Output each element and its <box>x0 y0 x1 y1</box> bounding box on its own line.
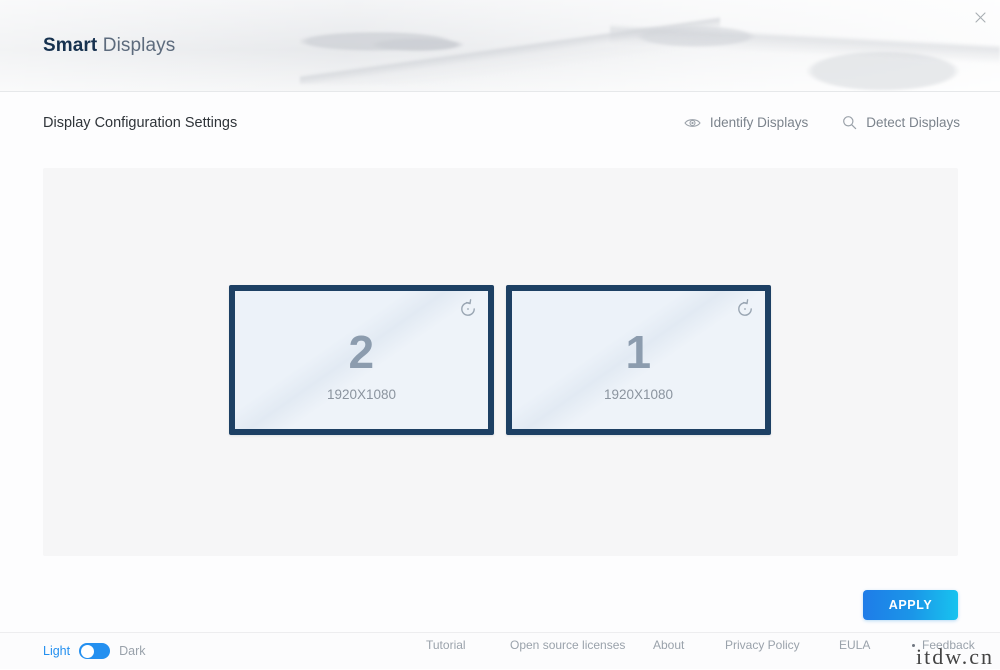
close-window-button[interactable] <box>966 4 994 30</box>
app-header: Smart Displays <box>0 0 1000 92</box>
apply-button[interactable]: APPLY <box>863 590 958 620</box>
display-tile-2[interactable]: 2 1920X1080 <box>229 285 494 435</box>
footer-link-open-source-licenses[interactable]: Open source licenses <box>510 638 625 652</box>
display-resolution: 1920X1080 <box>326 387 397 402</box>
footer-link-feedback[interactable]: Feedback <box>922 638 975 652</box>
rotate-ccw-icon[interactable] <box>734 298 756 320</box>
subheader-bar: Display Configuration Settings Identify … <box>0 91 1000 168</box>
footer-bar: Light Dark Tutorial Open source licenses… <box>0 632 1000 669</box>
page-title: Display Configuration Settings <box>43 115 238 131</box>
display-tiles: 2 1920X1080 1 1920X1080 <box>43 168 958 556</box>
display-resolution: 1920X1080 <box>603 387 674 402</box>
theme-toggle-group: Light Dark <box>43 643 146 659</box>
identify-displays-button[interactable]: Identify Displays <box>684 115 808 130</box>
search-icon <box>842 115 857 130</box>
footer-link-privacy-policy[interactable]: Privacy Policy <box>725 638 800 652</box>
brand-light-text: Displays <box>102 35 176 56</box>
brand-strong-text: Smart <box>43 35 98 56</box>
footer-link-about[interactable]: About <box>653 638 684 652</box>
bullet-icon <box>912 643 915 647</box>
eye-icon <box>684 117 701 129</box>
display-number: 1 <box>625 326 652 378</box>
rotate-ccw-icon[interactable] <box>457 298 479 320</box>
app-brand: Smart Displays <box>43 35 175 57</box>
detect-displays-button[interactable]: Detect Displays <box>842 115 960 130</box>
theme-dark-label[interactable]: Dark <box>119 644 145 658</box>
footer-link-eula[interactable]: EULA <box>839 638 870 652</box>
header-actions: Identify Displays Detect Displays <box>684 115 960 130</box>
identify-displays-label: Identify Displays <box>709 115 809 130</box>
theme-light-label[interactable]: Light <box>43 644 70 658</box>
theme-toggle-knob <box>80 644 94 658</box>
smart-displays-window: Smart Displays Display Configuration Set… <box>0 0 1000 669</box>
footer-link-tutorial[interactable]: Tutorial <box>426 638 466 652</box>
close-icon <box>974 11 986 23</box>
detect-displays-label: Detect Displays <box>866 115 960 130</box>
theme-toggle-switch[interactable] <box>79 643 111 659</box>
display-number: 2 <box>348 326 375 378</box>
display-arrangement-canvas[interactable]: 2 1920X1080 1 1920X1080 <box>43 168 958 556</box>
footer-link-feedback-group[interactable]: Feedback <box>912 638 975 652</box>
display-tile-1[interactable]: 1 1920X1080 <box>506 285 771 435</box>
